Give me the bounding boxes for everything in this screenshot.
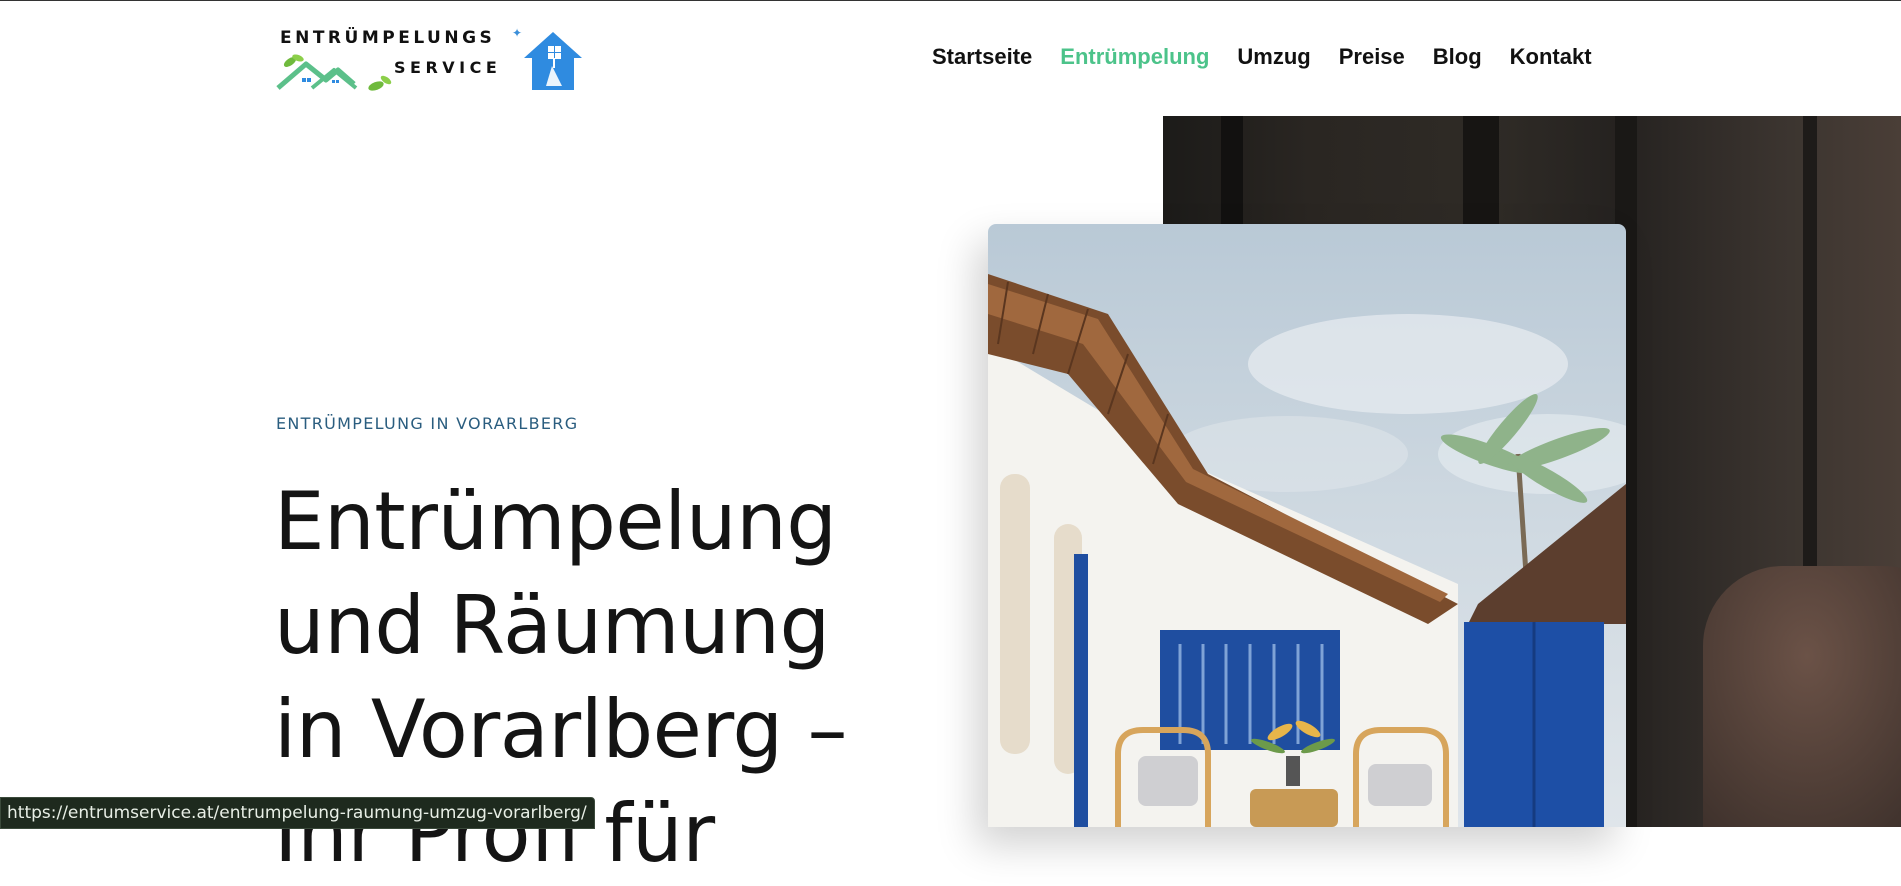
site-logo[interactable]: ENTRÜMPELUNGS ✦ SERVICE [276, 24, 586, 94]
nav-entruempelung[interactable]: Entrümpelung [1060, 44, 1209, 70]
house-broom-icon [524, 32, 582, 90]
window-top-border [0, 0, 1901, 1]
logo-text-line1: ENTRÜMPELUNGS [280, 28, 496, 48]
hero-eyebrow: ENTRÜMPELUNG IN VORARLBERG [276, 414, 579, 433]
nav-umzug[interactable]: Umzug [1237, 44, 1310, 70]
nav-startseite[interactable]: Startseite [932, 44, 1032, 70]
sparkle-icon: ✦ [512, 26, 523, 40]
nav-kontakt[interactable]: Kontakt [1510, 44, 1592, 70]
hero-house-photo [988, 224, 1626, 827]
nav-preise[interactable]: Preise [1339, 44, 1405, 70]
link-preview-statusbar: https://entrumservice.at/entrumpelung-ra… [0, 797, 595, 829]
main-navigation: Startseite Entrümpelung Umzug Preise Blo… [932, 44, 1592, 70]
nav-blog[interactable]: Blog [1433, 44, 1482, 70]
logo-text-line2: SERVICE [394, 58, 502, 77]
roofs-icon [276, 54, 392, 91]
